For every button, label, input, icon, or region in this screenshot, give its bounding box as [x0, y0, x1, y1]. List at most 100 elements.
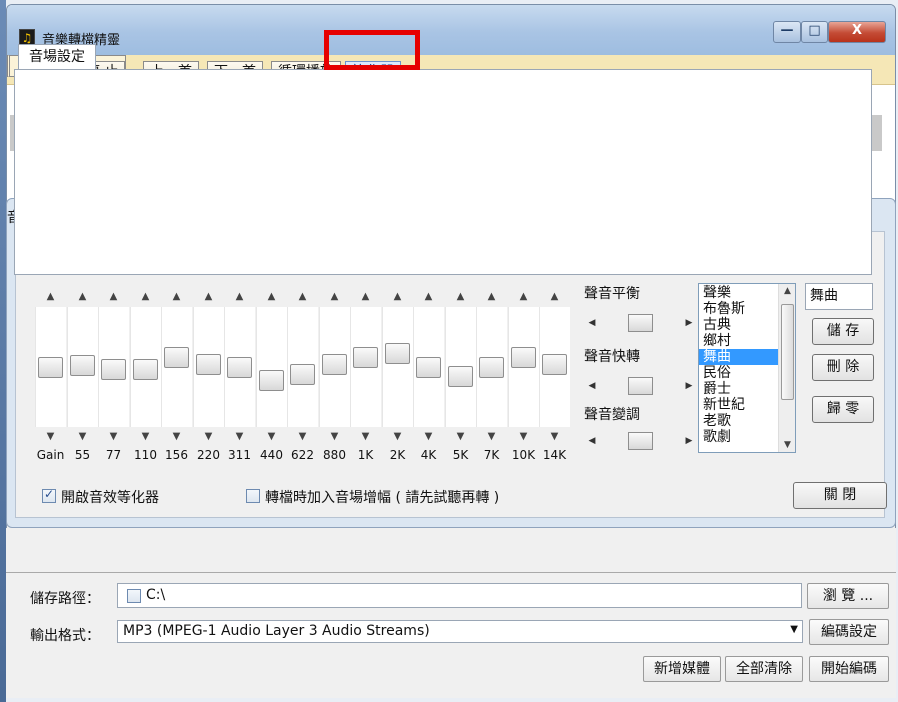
slider-up-icon[interactable]: ▲ — [287, 287, 318, 307]
slider-thumb[interactable] — [196, 354, 221, 375]
slider-down-icon[interactable]: ▼ — [382, 427, 413, 447]
slider-down-icon[interactable]: ▼ — [161, 427, 192, 447]
slider-up-icon[interactable]: ▲ — [193, 287, 224, 307]
slider-up-icon[interactable]: ▲ — [476, 287, 507, 307]
slider-thumb[interactable] — [448, 366, 473, 387]
slider-down-icon[interactable]: ▼ — [413, 427, 444, 447]
add-media-button[interactable]: 新增媒體 — [643, 656, 721, 682]
output-format-select[interactable]: MP3 (MPEG-1 Audio Layer 3 Audio Streams)… — [117, 620, 803, 643]
browse-button[interactable]: 瀏 覽 ... — [807, 583, 889, 609]
slider-up-icon[interactable]: ▲ — [161, 287, 192, 307]
band-slider[interactable]: ▲ ▼ — [445, 287, 476, 447]
previous-button[interactable]: 上一首 — [143, 61, 199, 83]
band-slider[interactable]: ▲ ▼ — [193, 287, 224, 447]
style-list-item[interactable]: 舞曲 — [699, 349, 779, 365]
slider-thumb[interactable] — [416, 357, 441, 378]
style-list-item[interactable]: 布魯斯 — [699, 301, 779, 317]
slider-up-icon[interactable]: ▲ — [539, 287, 570, 307]
slider-thumb[interactable] — [164, 347, 189, 368]
slider-thumb[interactable] — [101, 359, 126, 380]
equalizer-button[interactable]: 等化器 — [345, 61, 401, 83]
slider-track[interactable] — [382, 307, 413, 427]
band-slider[interactable]: ▲ ▼ — [350, 287, 381, 447]
column-header-bitrate[interactable]: 壓縮頻率 — [722, 91, 778, 111]
style-list-item[interactable]: 爵士 — [699, 381, 779, 397]
style-list-item[interactable]: 歌劇 — [699, 429, 779, 445]
slider-up-icon[interactable]: ▲ — [67, 287, 98, 307]
encode-settings-button[interactable]: 編碼設定 — [809, 619, 889, 645]
slider-thumb[interactable] — [542, 354, 567, 375]
band-slider[interactable]: ▲ ▼ — [224, 287, 255, 447]
slider-down-icon[interactable]: ▼ — [98, 427, 129, 447]
start-encode-button[interactable]: 開始編碼 — [809, 656, 889, 682]
slider-down-icon[interactable]: ▼ — [130, 427, 161, 447]
slider-thumb[interactable] — [70, 355, 95, 376]
slider-thumb[interactable] — [385, 343, 410, 364]
scroll-down-icon[interactable]: ▼ — [779, 440, 795, 450]
slider-down-icon[interactable]: ▼ — [319, 427, 350, 447]
band-slider[interactable]: ▲ ▼ — [35, 287, 66, 447]
column-header-sample[interactable]: 採樣 — [650, 91, 678, 111]
slider-down-icon[interactable]: ▼ — [350, 427, 381, 447]
slider-down-icon[interactable]: ▼ — [35, 427, 66, 447]
scroll-up-icon[interactable]: ▲ — [779, 286, 795, 296]
slider-down-icon[interactable]: ▼ — [224, 427, 255, 447]
column-header-filename[interactable]: 檔案名稱 — [32, 91, 88, 111]
band-slider[interactable]: ▲ ▼ — [287, 287, 318, 447]
band-slider[interactable]: ▲ ▼ — [256, 287, 287, 447]
chevron-down-icon[interactable]: ▼ — [790, 624, 798, 635]
slider-down-icon[interactable]: ▼ — [193, 427, 224, 447]
slider-track[interactable] — [256, 307, 287, 427]
band-slider[interactable]: ▲ ▼ — [508, 287, 539, 447]
slider-up-icon[interactable]: ▲ — [445, 287, 476, 307]
slider-up-icon[interactable]: ▲ — [35, 287, 66, 307]
slider-up-icon[interactable]: ▲ — [256, 287, 287, 307]
slider-up-icon[interactable]: ▲ — [508, 287, 539, 307]
preset-name-field[interactable]: 舞曲 — [805, 283, 873, 310]
clear-all-button[interactable]: 全部清除 — [725, 656, 803, 682]
slider-down-icon[interactable]: ▼ — [67, 427, 98, 447]
tab-sound-field[interactable]: 音場設定 — [18, 44, 96, 70]
column-header-format[interactable]: 格式 — [480, 91, 508, 111]
slider-thumb[interactable] — [353, 347, 378, 368]
slider-down-icon[interactable]: ▼ — [539, 427, 570, 447]
slider-thumb[interactable] — [479, 357, 504, 378]
reset-preset-button[interactable]: 歸 零 — [812, 396, 874, 423]
slider-up-icon[interactable]: ▲ — [224, 287, 255, 307]
slider-thumb[interactable] — [322, 354, 347, 375]
slider-thumb[interactable] — [133, 359, 158, 380]
save-path-checkbox[interactable] — [127, 589, 141, 603]
band-slider[interactable]: ▲ ▼ — [67, 287, 98, 447]
slider-down-icon[interactable]: ▼ — [508, 427, 539, 447]
slider-up-icon[interactable]: ▲ — [350, 287, 381, 307]
slider-up-icon[interactable]: ▲ — [382, 287, 413, 307]
save-path-field[interactable]: C:\ — [117, 583, 802, 608]
slider-thumb[interactable] — [38, 357, 63, 378]
slider-thumb[interactable] — [259, 370, 284, 391]
column-header-time[interactable]: 時間 — [549, 91, 577, 111]
style-list-item[interactable]: 老歌 — [699, 413, 779, 429]
band-slider[interactable]: ▲ ▼ — [130, 287, 161, 447]
style-list-item[interactable]: 聲樂 — [699, 285, 779, 301]
slider-thumb[interactable] — [227, 357, 252, 378]
band-slider[interactable]: ▲ ▼ — [539, 287, 570, 447]
maximize-button[interactable]: □ — [801, 21, 828, 43]
next-button[interactable]: 下一首 — [207, 61, 263, 83]
column-header-channel[interactable]: 聲道 — [816, 91, 844, 111]
close-equalizer-button[interactable]: 關 閉 — [793, 482, 887, 509]
band-slider[interactable]: ▲ ▼ — [413, 287, 444, 447]
slider-thumb[interactable] — [290, 364, 315, 385]
slider-up-icon[interactable]: ▲ — [98, 287, 129, 307]
band-slider[interactable]: ▲ ▼ — [161, 287, 192, 447]
close-button[interactable]: X — [828, 21, 886, 43]
slider-up-icon[interactable]: ▲ — [413, 287, 444, 307]
band-slider[interactable]: ▲ ▼ — [382, 287, 413, 447]
style-list-item[interactable]: 鄉村 — [699, 333, 779, 349]
style-list-item[interactable]: 古典 — [699, 317, 779, 333]
slider-up-icon[interactable]: ▲ — [319, 287, 350, 307]
style-list-item[interactable]: 民俗 — [699, 365, 779, 381]
band-slider[interactable]: ▲ ▼ — [319, 287, 350, 447]
band-slider[interactable]: ▲ ▼ — [476, 287, 507, 447]
style-list-item[interactable]: 新世紀 — [699, 397, 779, 413]
slider-down-icon[interactable]: ▼ — [287, 427, 318, 447]
